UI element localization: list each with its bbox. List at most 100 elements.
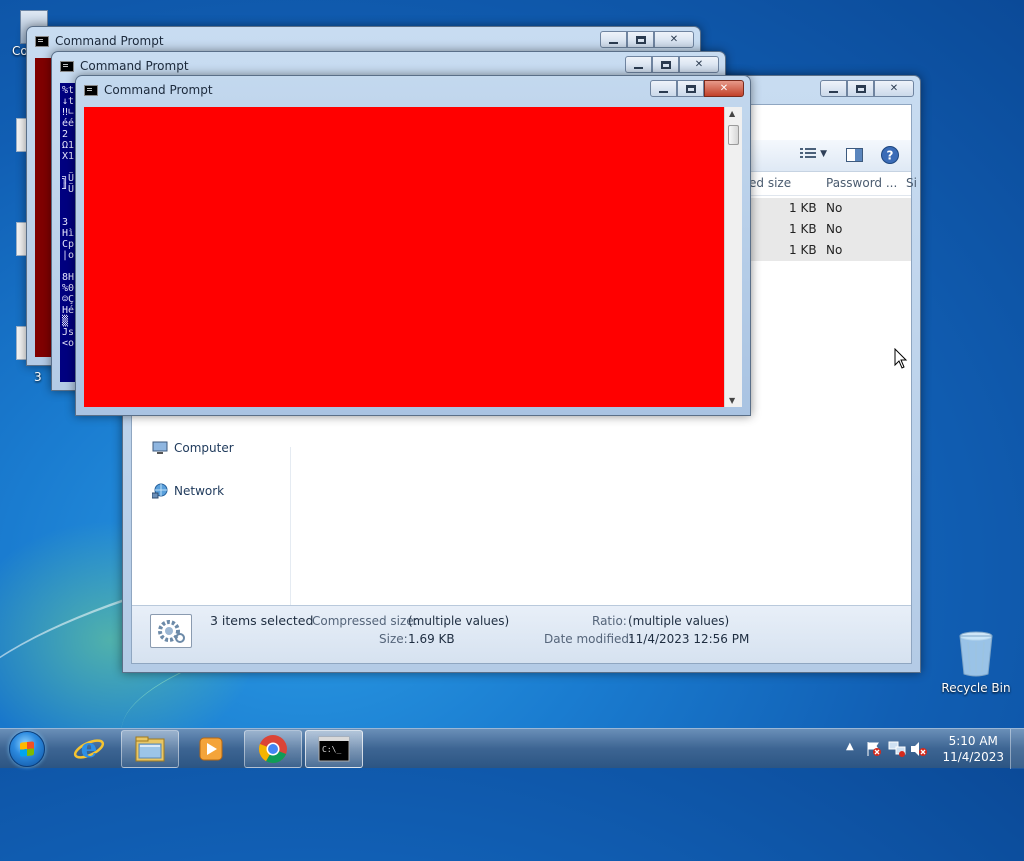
minimize-button[interactable]	[600, 31, 627, 48]
recycle-bin-icon	[959, 631, 993, 677]
row-compressed-size: 1 KB	[789, 201, 817, 215]
minimize-icon	[659, 90, 668, 93]
row-password: No	[826, 222, 843, 236]
show-hidden-icons-icon[interactable]: ▲	[846, 741, 854, 752]
change-view-button[interactable]: ▼	[800, 148, 827, 160]
maximize-icon	[635, 35, 646, 44]
view-list-icon	[800, 148, 817, 158]
window-title-text: Command Prompt	[104, 83, 213, 97]
network-icon	[152, 483, 168, 499]
mouse-cursor-icon	[894, 348, 908, 369]
start-button[interactable]	[4, 729, 50, 769]
svg-text:?: ?	[887, 149, 894, 163]
window-title-text: Command Prompt	[80, 59, 189, 73]
svg-text:C:\_: C:\_	[322, 745, 341, 754]
column-password[interactable]: Password ...	[826, 176, 897, 190]
compressed-size-value: (multiple values)	[408, 614, 510, 628]
maximize-button[interactable]	[847, 80, 874, 97]
taskbar-internet-explorer[interactable]: e	[60, 730, 118, 768]
selection-count: 3 items selected	[210, 613, 314, 628]
preview-pane-icon	[846, 148, 863, 162]
nav-item-network[interactable]: Network	[152, 483, 224, 499]
help-icon: ?	[881, 146, 899, 164]
date-modified-label: Date modified:	[544, 632, 634, 646]
minimize-icon	[609, 41, 618, 44]
network-status-icon[interactable]	[888, 741, 906, 757]
window-title: Command Prompt	[84, 81, 213, 99]
column-compressed-size[interactable]: ed size	[749, 176, 791, 190]
size-value: 1.69 KB	[408, 632, 455, 646]
command-prompt-icon	[60, 60, 74, 72]
help-button[interactable]: ?	[881, 146, 899, 167]
command-prompt-icon	[35, 35, 49, 47]
computer-icon	[152, 441, 168, 454]
close-icon: ✕	[694, 59, 704, 70]
maximize-icon	[855, 84, 866, 93]
explorer-caption-buttons: ✕	[820, 80, 914, 97]
ratio-label: Ratio:	[592, 614, 627, 628]
details-pane: 3 items selected Compressed size: (multi…	[132, 605, 911, 663]
row-compressed-size: 1 KB	[789, 243, 817, 257]
row-compressed-size: 1 KB	[789, 222, 817, 236]
desktop-icon-label-fragment: 3	[34, 370, 42, 384]
action-center-icon[interactable]	[866, 741, 882, 757]
close-icon: ✕	[669, 34, 679, 45]
console-area[interactable]	[84, 107, 724, 407]
caption-buttons: ✕	[600, 31, 694, 48]
command-prompt-icon	[84, 84, 98, 96]
vertical-scrollbar[interactable]: ▲ ▼	[724, 107, 742, 407]
close-button[interactable]: ✕	[654, 31, 694, 48]
ratio-value: (multiple values)	[628, 614, 730, 628]
system-tray: ▲ 5:10 AM 11/4/2023	[834, 729, 1024, 769]
maximize-button[interactable]	[652, 56, 679, 73]
row-password: No	[826, 201, 843, 215]
nav-item-computer[interactable]: Computer	[152, 441, 234, 455]
nav-pane-divider	[290, 447, 291, 605]
scroll-up-icon[interactable]: ▲	[729, 109, 735, 118]
size-label: Size:	[379, 632, 408, 646]
minimize-button[interactable]	[650, 80, 677, 97]
compressed-size-label: Compressed size:	[312, 614, 418, 628]
close-button[interactable]: ✕	[874, 80, 914, 97]
windows-explorer-icon	[135, 736, 165, 762]
date-modified-value: 11/4/2023 12:56 PM	[628, 632, 750, 646]
window-title: Command Prompt	[60, 57, 189, 75]
window-title: Command Prompt	[35, 32, 164, 50]
clock[interactable]: 5:10 AM 11/4/2023	[942, 733, 1004, 765]
minimize-button[interactable]	[625, 56, 652, 73]
internet-explorer-icon: e	[73, 734, 105, 764]
taskbar-command-prompt[interactable]: C:\_	[305, 730, 363, 768]
caption-buttons: ✕	[625, 56, 719, 73]
taskbar-chrome[interactable]	[244, 730, 302, 768]
command-prompt-window-active[interactable]: Command Prompt ✕ ▲ ▼	[75, 75, 751, 416]
volume-muted-icon[interactable]	[910, 741, 928, 757]
command-prompt-icon: C:\_	[318, 736, 350, 762]
start-orb-icon	[9, 731, 45, 767]
minimize-icon	[829, 90, 838, 93]
maximize-button[interactable]	[677, 80, 704, 97]
nav-item-computer-label: Computer	[174, 441, 234, 455]
close-icon: ✕	[889, 83, 899, 94]
column-size[interactable]: Si	[906, 176, 917, 190]
clock-time: 5:10 AM	[948, 734, 998, 748]
maximize-icon	[660, 60, 671, 69]
close-icon: ✕	[719, 83, 729, 94]
taskbar-media-player[interactable]	[182, 730, 240, 768]
maximize-icon	[685, 84, 696, 93]
chrome-icon	[258, 735, 287, 763]
svg-text:e: e	[81, 734, 98, 764]
show-desktop-button[interactable]	[1010, 729, 1024, 769]
close-button[interactable]: ✕	[679, 56, 719, 73]
preview-pane-button[interactable]	[846, 148, 863, 165]
scrollbar-thumb[interactable]	[728, 125, 739, 145]
chevron-down-icon: ▼	[820, 149, 827, 159]
media-player-icon	[199, 737, 223, 761]
minimize-button[interactable]	[820, 80, 847, 97]
taskbar-windows-explorer[interactable]	[121, 730, 179, 768]
scroll-down-icon[interactable]: ▼	[729, 396, 735, 405]
close-button[interactable]: ✕	[704, 80, 744, 97]
maximize-button[interactable]	[627, 31, 654, 48]
recycle-bin[interactable]: Recycle Bin	[940, 630, 1012, 695]
file-type-icon	[150, 614, 192, 648]
recycle-bin-label: Recycle Bin	[941, 681, 1011, 695]
